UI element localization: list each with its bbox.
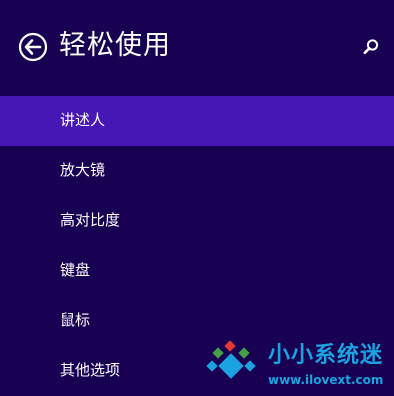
watermark-url: www.ilovext.com xyxy=(268,373,384,387)
menu-item-label: 放大镜 xyxy=(60,161,106,179)
menu-item-keyboard[interactable]: 键盘 xyxy=(0,246,394,296)
watermark-logo-icon xyxy=(206,340,256,379)
back-button[interactable] xyxy=(18,32,48,62)
menu-item-label: 键盘 xyxy=(60,261,91,279)
menu-item-label: 鼠标 xyxy=(60,311,91,329)
menu-item-narrator[interactable]: 讲述人 xyxy=(0,96,394,146)
back-arrow-circle-icon[interactable] xyxy=(18,32,48,62)
menu-item-label: 高对比度 xyxy=(60,211,121,229)
search-button[interactable] xyxy=(360,36,382,58)
watermark-title: 小小系统迷 xyxy=(268,343,384,368)
menu-item-label: 讲述人 xyxy=(60,111,106,129)
header: 轻松使用 xyxy=(0,0,394,96)
menu-item-label: 其他选项 xyxy=(60,361,121,379)
page-title: 轻松使用 xyxy=(59,30,171,61)
search-icon[interactable] xyxy=(360,36,382,58)
menu-item-high-contrast[interactable]: 高对比度 xyxy=(0,196,394,246)
watermark: 小小系统迷 www.ilovext.com xyxy=(204,338,394,396)
menu-item-magnifier[interactable]: 放大镜 xyxy=(0,146,394,196)
